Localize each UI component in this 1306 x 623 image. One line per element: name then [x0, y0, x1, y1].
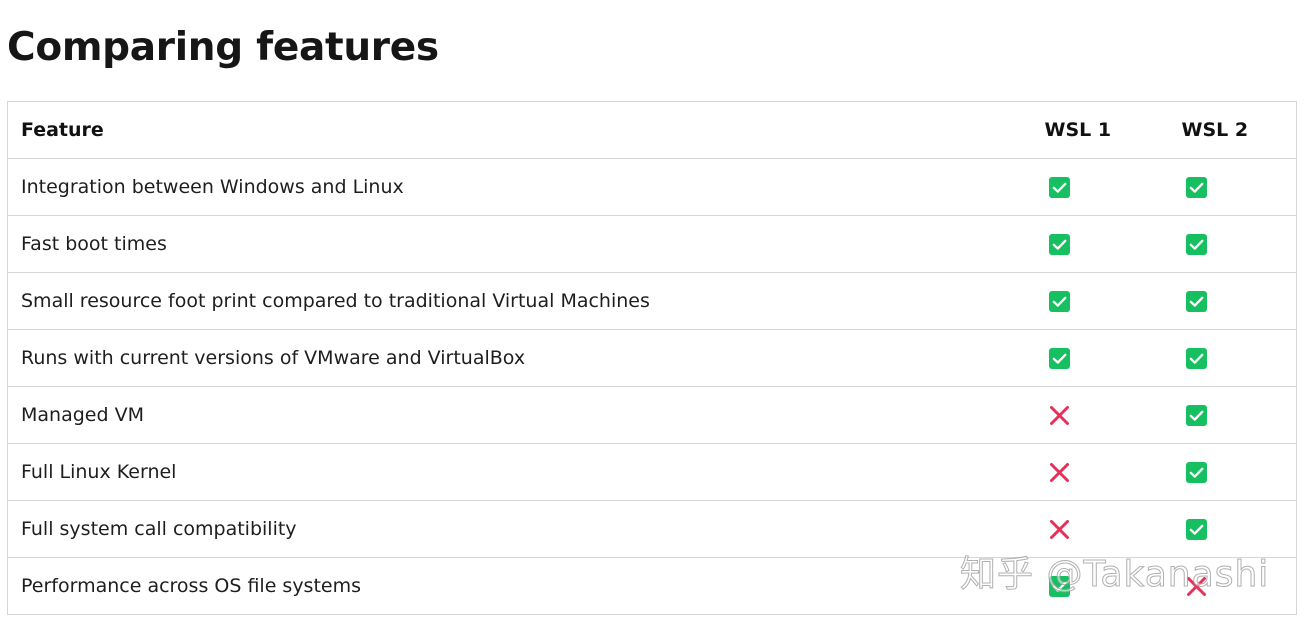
wsl2-cell: [1154, 215, 1297, 273]
table-header-row: Feature WSL 1 WSL 2: [7, 101, 1297, 159]
check-icon: [1185, 348, 1207, 369]
table-row: Full Linux Kernel: [7, 443, 1297, 501]
check-icon: [1185, 234, 1207, 255]
wsl1-cell: [1017, 557, 1155, 615]
wsl2-cell: [1154, 500, 1297, 558]
feature-cell: Integration between Windows and Linux: [7, 158, 1018, 216]
feature-cell: Runs with current versions of VMware and…: [7, 329, 1018, 387]
header-wsl2: WSL 2: [1154, 101, 1297, 159]
check-icon: [1185, 291, 1207, 312]
table-row: Performance across OS file systems: [7, 557, 1297, 615]
page-title: Comparing features: [7, 25, 439, 70]
check-icon: [1048, 348, 1070, 369]
feature-comparison-table: Feature WSL 1 WSL 2 Integration between …: [7, 101, 1297, 615]
check-icon: [1185, 177, 1207, 198]
table-row: Managed VM: [7, 386, 1297, 444]
header-wsl1: WSL 1: [1017, 101, 1155, 159]
check-icon: [1048, 576, 1070, 597]
cross-icon: [1049, 519, 1070, 540]
wsl1-cell: [1017, 443, 1155, 501]
wsl1-cell: [1017, 215, 1155, 273]
wsl2-cell: [1154, 329, 1297, 387]
table-row: Integration between Windows and Linux: [7, 158, 1297, 216]
feature-cell: Managed VM: [7, 386, 1018, 444]
wsl1-cell: [1017, 500, 1155, 558]
wsl1-cell: [1017, 386, 1155, 444]
check-icon: [1048, 234, 1070, 255]
table-row: Small resource foot print compared to tr…: [7, 272, 1297, 330]
wsl2-cell: [1154, 443, 1297, 501]
wsl2-cell: [1154, 386, 1297, 444]
check-icon: [1185, 462, 1207, 483]
feature-cell: Full system call compatibility: [7, 500, 1018, 558]
feature-cell: Fast boot times: [7, 215, 1018, 273]
feature-cell: Performance across OS file systems: [7, 557, 1018, 615]
check-icon: [1048, 291, 1070, 312]
wsl1-cell: [1017, 272, 1155, 330]
feature-cell: Small resource foot print compared to tr…: [7, 272, 1018, 330]
header-feature: Feature: [7, 101, 1018, 159]
wsl2-cell: [1154, 272, 1297, 330]
cross-icon: [1049, 405, 1070, 426]
check-icon: [1185, 519, 1207, 540]
cross-icon: [1186, 576, 1207, 597]
wsl1-cell: [1017, 158, 1155, 216]
wsl2-cell: [1154, 557, 1297, 615]
table-row: Full system call compatibility: [7, 500, 1297, 558]
wsl1-cell: [1017, 329, 1155, 387]
table-row: Fast boot times: [7, 215, 1297, 273]
table-row: Runs with current versions of VMware and…: [7, 329, 1297, 387]
check-icon: [1048, 177, 1070, 198]
wsl2-cell: [1154, 158, 1297, 216]
cross-icon: [1049, 462, 1070, 483]
check-icon: [1185, 405, 1207, 426]
feature-cell: Full Linux Kernel: [7, 443, 1018, 501]
